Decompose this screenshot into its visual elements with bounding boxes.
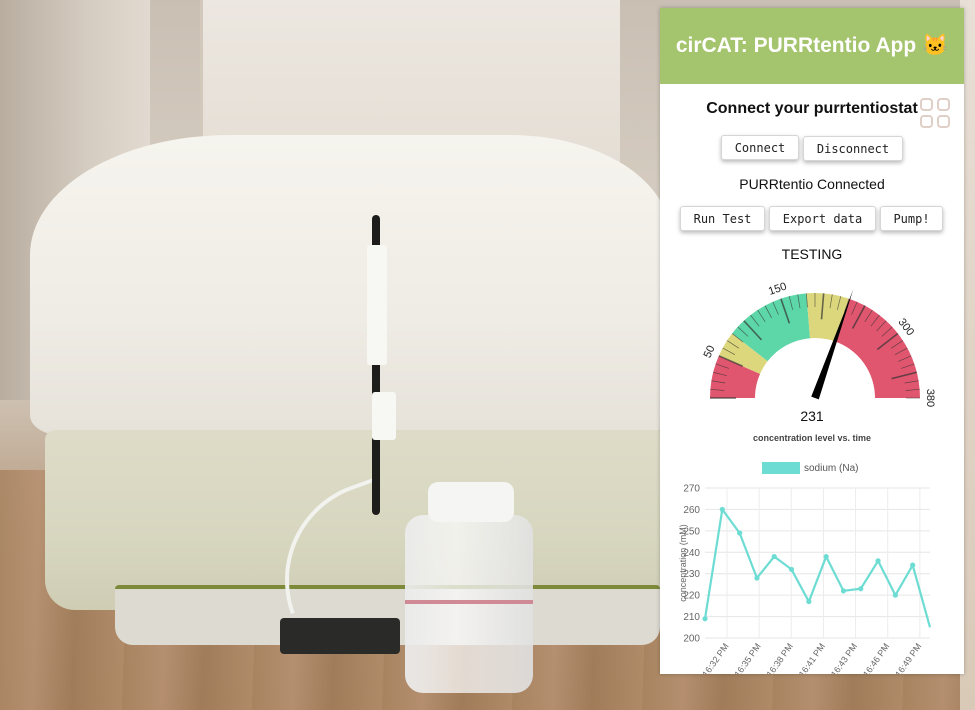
cable-plug — [280, 618, 400, 654]
y-tick-label: 270 — [683, 484, 700, 495]
pump-button[interactable]: Pump! — [880, 206, 943, 231]
x-tick-label: 16:32 PM — [700, 641, 730, 674]
x-tick-label: 16:46 PM — [861, 641, 891, 674]
chart-caption: concentration level vs. time — [752, 433, 872, 443]
gauge-tick-label: 150 — [767, 280, 788, 297]
x-tick-label: 16:35 PM — [732, 641, 762, 674]
app-title: cirCAT: PURRtentio App 🐱 — [675, 34, 949, 57]
data-point — [806, 598, 812, 605]
data-point — [754, 575, 760, 581]
app-header: cirCAT: PURRtentio App 🐱 — [660, 8, 964, 84]
x-tick-label: 16:41 PM — [797, 641, 827, 674]
concentration-chart: sodium (Na)20021022023024025026027016:32… — [678, 462, 932, 674]
cable-tape — [372, 392, 396, 440]
connect-button[interactable]: Connect — [721, 135, 799, 160]
series-line — [703, 506, 932, 628]
data-point — [840, 588, 847, 594]
data-point — [771, 553, 777, 560]
legend-swatch — [762, 462, 800, 474]
concentration-gauge: 50150300380 — [702, 280, 936, 407]
legend-label: sodium (Na) — [804, 463, 858, 474]
app-window: cirCAT: PURRtentio App 🐱 Connect your pu… — [660, 8, 964, 674]
section-title: Connect your purrtentiostat — [706, 100, 918, 117]
export-data-button[interactable]: Export data — [769, 206, 876, 231]
sample-jar-lid — [428, 482, 514, 522]
data-point — [788, 566, 795, 573]
gauge-value: 231 — [800, 408, 824, 424]
test-status: TESTING — [781, 246, 843, 262]
x-tick-label: 16:38 PM — [765, 641, 795, 674]
y-tick-label: 210 — [683, 612, 700, 623]
data-point — [823, 553, 829, 560]
y-tick-label: 260 — [683, 505, 700, 516]
data-point — [858, 586, 864, 592]
sample-jar — [405, 515, 533, 693]
data-point — [702, 616, 708, 622]
disconnect-button[interactable]: Disconnect — [803, 136, 903, 161]
y-tick-label: 200 — [683, 634, 700, 645]
data-point — [892, 592, 898, 598]
x-tick-label: 16:43 PM — [829, 641, 859, 674]
gauge-tick-label: 380 — [924, 389, 936, 407]
x-tick-label: 16:49 PM — [893, 641, 923, 674]
run-test-button[interactable]: Run Test — [680, 206, 765, 231]
gauge-tick-label: 50 — [702, 344, 718, 360]
grid-icon[interactable] — [920, 98, 952, 130]
data-point — [875, 558, 881, 564]
connection-status: PURRtentio Connected — [739, 176, 885, 192]
cable-tape — [367, 245, 387, 365]
y-axis-label: concentration (mM) — [678, 524, 688, 602]
data-point — [910, 562, 916, 568]
data-point — [719, 506, 725, 513]
data-point — [737, 530, 743, 536]
litter-box-hood — [30, 135, 670, 435]
rubber-band — [405, 600, 533, 604]
